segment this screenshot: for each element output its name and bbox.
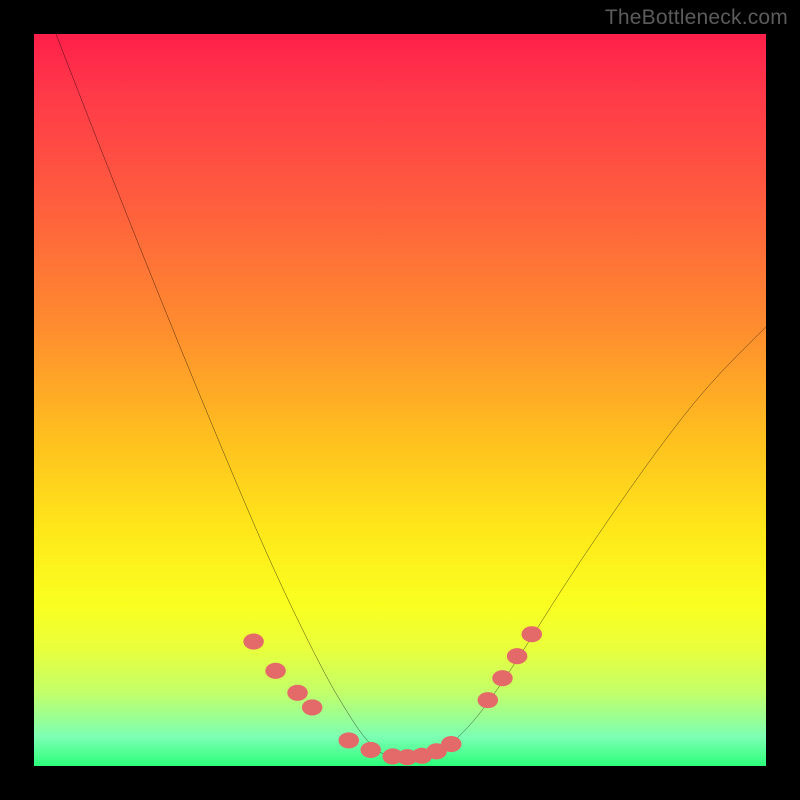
data-marker <box>302 699 322 715</box>
data-marker <box>339 732 359 748</box>
plot-area <box>34 34 766 766</box>
data-marker <box>507 648 527 664</box>
data-marker <box>441 736 461 752</box>
data-marker <box>360 742 380 758</box>
data-marker <box>478 692 498 708</box>
data-marker <box>265 663 285 679</box>
bottleneck-curve-svg <box>34 34 766 766</box>
bottleneck-curve <box>56 34 766 759</box>
attribution-text: TheBottleneck.com <box>605 6 788 30</box>
data-marker <box>522 626 542 642</box>
data-marker <box>492 670 512 686</box>
data-markers <box>243 626 542 765</box>
data-marker <box>287 685 307 701</box>
data-marker <box>243 634 263 650</box>
chart-frame: TheBottleneck.com <box>0 0 800 800</box>
